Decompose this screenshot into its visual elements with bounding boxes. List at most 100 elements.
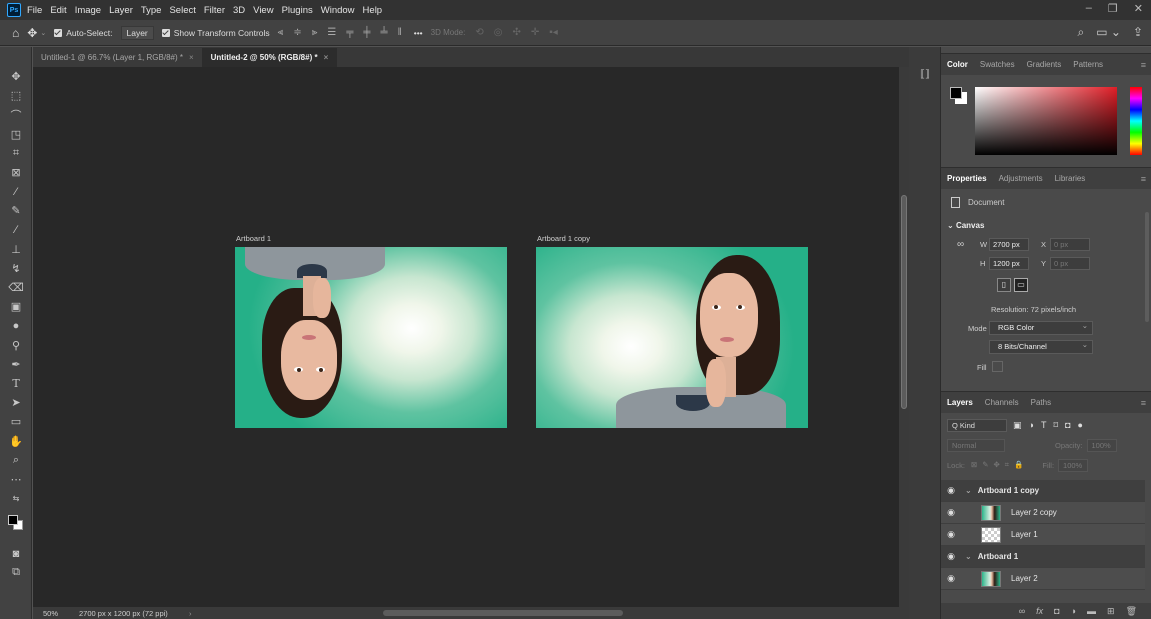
healing-brush-tool-icon[interactable]: ✎: [0, 201, 32, 220]
visibility-eye-icon[interactable]: ◉: [941, 551, 961, 562]
align-top-icon[interactable]: ╤: [346, 27, 353, 38]
kind-filter-select[interactable]: Q Kind: [947, 418, 1007, 432]
path-selection-tool-icon[interactable]: ➤: [0, 393, 32, 412]
artboard-1-copy-label[interactable]: Artboard 1 copy: [537, 234, 590, 243]
fill-field[interactable]: 100%: [1058, 458, 1089, 472]
edit-toolbar-icon[interactable]: ⋯: [0, 470, 32, 489]
menu-3d[interactable]: 3D: [233, 5, 245, 16]
rectangle-tool-icon[interactable]: ▭: [0, 412, 32, 431]
type-filter-icon[interactable]: T: [1041, 420, 1047, 431]
layer-row-layer-2-copy[interactable]: ◉ Layer 2 copy: [941, 502, 1145, 524]
align-right-icon[interactable]: ⫸: [312, 27, 318, 38]
menu-window[interactable]: Window: [321, 5, 355, 16]
opacity-field[interactable]: 100%: [1086, 438, 1117, 452]
marquee-tool-icon[interactable]: ⬚: [0, 86, 32, 105]
status-arrow-icon[interactable]: ›: [189, 609, 192, 618]
pen-tool-icon[interactable]: ✒: [0, 355, 32, 374]
more-options-button[interactable]: •••: [414, 28, 423, 38]
menu-select[interactable]: Select: [169, 5, 195, 16]
tab-properties[interactable]: Properties: [947, 174, 987, 183]
menu-layer[interactable]: Layer: [109, 5, 133, 16]
x-field[interactable]: 0 px: [1050, 238, 1090, 251]
panel-menu-icon[interactable]: ≡: [1141, 60, 1146, 70]
dodge-tool-icon[interactable]: ⚲: [0, 336, 32, 355]
landscape-orientation-icon[interactable]: ▭: [1014, 278, 1028, 292]
horizontal-scroll-thumb[interactable]: [383, 610, 623, 616]
show-transform-checkbox[interactable]: Show Transform Controls: [161, 28, 270, 38]
roll-3d-icon[interactable]: ◎: [494, 27, 503, 38]
tab-swatches[interactable]: Swatches: [980, 60, 1015, 69]
frame-tool-icon[interactable]: ⊠: [0, 163, 32, 182]
layer-row-layer-2[interactable]: ◉ Layer 2: [941, 568, 1145, 590]
minimize-icon[interactable]: –: [1086, 2, 1092, 15]
tab-layers[interactable]: Layers: [947, 398, 973, 407]
link-layers-icon[interactable]: ∞: [1019, 606, 1025, 616]
canvas-area[interactable]: Artboard 1 Artboard 1 copy: [33, 67, 899, 607]
video-3d-icon[interactable]: ▪◂: [549, 27, 558, 38]
eyedropper-tool-icon[interactable]: ⁄: [0, 182, 32, 201]
tab-gradients[interactable]: Gradients: [1027, 60, 1062, 69]
layer-row-artboard-1-copy[interactable]: ◉ ⌄ Artboard 1 copy: [941, 480, 1145, 502]
add-mask-icon[interactable]: ◘: [1054, 606, 1059, 616]
eraser-tool-icon[interactable]: ⌫: [0, 278, 32, 297]
swap-colors-icon[interactable]: ⇆: [0, 489, 32, 508]
adjustment-layer-icon[interactable]: ◑: [1071, 606, 1076, 616]
tab-patterns[interactable]: Patterns: [1073, 60, 1103, 69]
visibility-eye-icon[interactable]: ◉: [941, 573, 961, 584]
move-tool-icon[interactable]: ✥ ⌄: [27, 26, 46, 40]
home-icon[interactable]: ⌂: [12, 26, 19, 40]
align-bottom-icon[interactable]: ╧: [381, 27, 388, 38]
menu-type[interactable]: Type: [141, 5, 162, 16]
menu-help[interactable]: Help: [363, 5, 383, 16]
distribute-icon[interactable]: ☰: [327, 27, 336, 38]
new-group-icon[interactable]: ▬: [1087, 606, 1096, 616]
clone-stamp-tool-icon[interactable]: ⊥: [0, 240, 32, 259]
height-field[interactable]: 1200 px: [989, 257, 1029, 270]
canvas-section-header[interactable]: ⌄ Canvas: [947, 221, 984, 230]
move-tool-icon[interactable]: ✥: [0, 67, 32, 86]
shape-filter-icon[interactable]: ⌑: [1053, 420, 1058, 431]
type-tool-icon[interactable]: T: [0, 374, 32, 393]
fx-icon[interactable]: fx: [1036, 606, 1043, 616]
adjustment-filter-icon[interactable]: ◑: [1029, 420, 1034, 431]
menu-view[interactable]: View: [253, 5, 273, 16]
color-spectrum-picker[interactable]: [975, 87, 1117, 155]
share-icon[interactable]: ⇪: [1133, 25, 1143, 40]
filter-toggle-icon[interactable]: ●: [1078, 420, 1083, 431]
artboard-1-copy[interactable]: [536, 247, 808, 428]
lasso-tool-icon[interactable]: ⌒: [0, 105, 32, 124]
auto-select-checkbox[interactable]: Auto-Select:: [54, 28, 113, 38]
workspace-icon[interactable]: ▭ ⌄: [1096, 25, 1121, 40]
menu-edit[interactable]: Edit: [50, 5, 66, 16]
brush-tool-icon[interactable]: ∕: [0, 221, 32, 240]
gradient-tool-icon[interactable]: ▣: [0, 297, 32, 316]
visibility-eye-icon[interactable]: ◉: [941, 507, 961, 518]
tab-untitled-1[interactable]: Untitled-1 @ 66.7% (Layer 1, RGB/8#) * ×: [33, 48, 203, 67]
tab-paths[interactable]: Paths: [1031, 398, 1051, 407]
bit-depth-select[interactable]: 8 Bits/Channel: [989, 339, 1093, 354]
menu-filter[interactable]: Filter: [204, 5, 225, 16]
slide-3d-icon[interactable]: ✛: [531, 27, 539, 38]
tab-untitled-2[interactable]: Untitled-2 @ 50% (RGB/8#) * ×: [202, 48, 338, 67]
screen-mode-icon[interactable]: ⧉: [0, 563, 32, 582]
vertical-scrollbar[interactable]: [899, 67, 909, 607]
chevron-down-icon[interactable]: ⌄: [965, 486, 972, 495]
hand-tool-icon[interactable]: ✋: [0, 432, 32, 451]
foreground-color-swatch[interactable]: [950, 87, 962, 99]
align-left-icon[interactable]: ⫷: [278, 27, 284, 38]
color-mode-select[interactable]: RGB Color: [989, 320, 1093, 335]
visibility-eye-icon[interactable]: ◉: [941, 485, 961, 496]
panel-menu-icon[interactable]: ≡: [1141, 174, 1146, 184]
tab-adjustments[interactable]: Adjustments: [999, 174, 1043, 183]
artboard-1[interactable]: [235, 247, 507, 428]
link-dimensions-icon[interactable]: ∞: [957, 239, 964, 250]
new-layer-icon[interactable]: ⊞: [1107, 606, 1115, 617]
close-tab-icon[interactable]: ×: [189, 53, 194, 62]
zoom-level[interactable]: 50%: [33, 609, 79, 618]
menu-file[interactable]: File: [27, 5, 42, 16]
quick-mask-icon[interactable]: ◙: [0, 544, 32, 563]
auto-select-dropdown[interactable]: Layer: [120, 25, 154, 40]
panel-menu-icon[interactable]: ≡: [1141, 398, 1146, 408]
lock-icons[interactable]: ⊠✎✥⌗🔒: [971, 460, 1028, 470]
foreground-color-swatch[interactable]: [8, 515, 18, 525]
